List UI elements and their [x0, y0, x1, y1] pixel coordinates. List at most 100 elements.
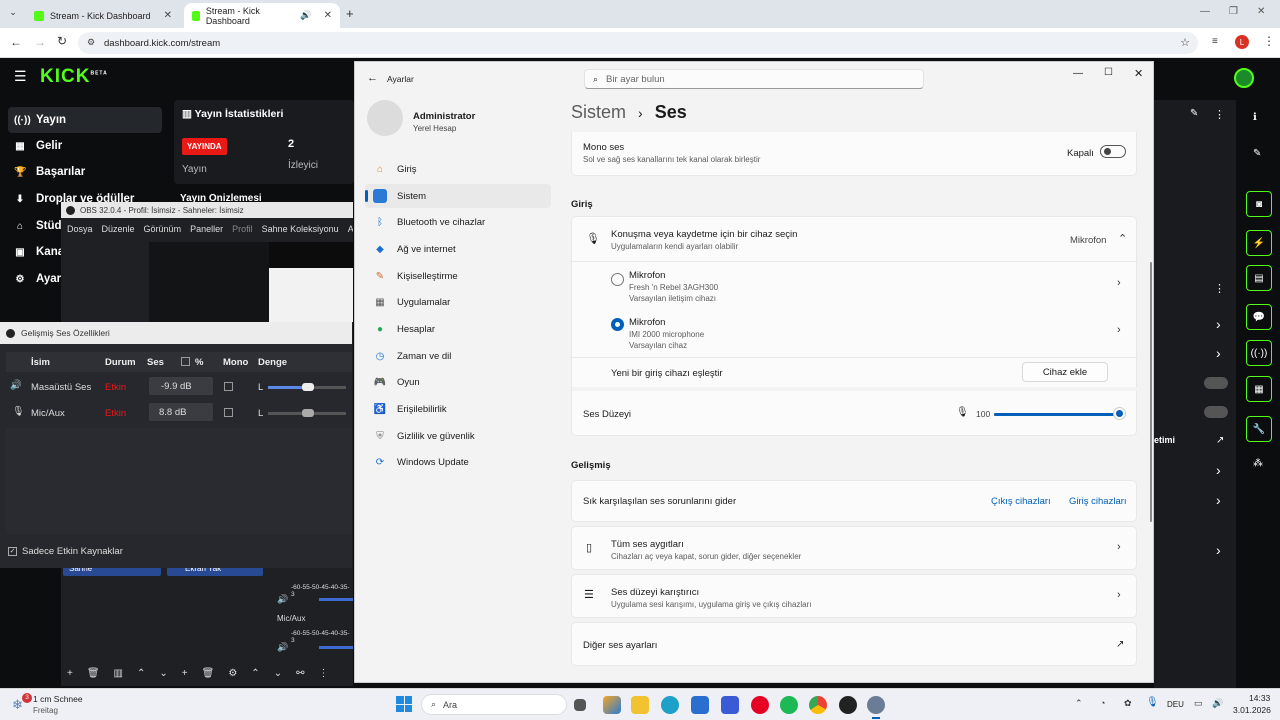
close-tab-icon[interactable]: ✕: [164, 10, 172, 21]
task-view-icon[interactable]: [574, 699, 586, 711]
external-link-icon[interactable]: ↗: [1216, 435, 1224, 446]
mono-checkbox[interactable]: [224, 382, 233, 391]
device-option-1[interactable]: Mikrofon Fresh 'n Rebel 3AGH300 Varsayıl…: [572, 263, 1138, 309]
breadcrumb-parent[interactable]: Sistem: [571, 102, 626, 123]
all-devices-card[interactable]: ▯ Tüm ses aygıtları Cihazları aç veya ka…: [571, 526, 1137, 570]
browser-menu-icon[interactable]: ⋮: [1263, 34, 1275, 48]
copilot-icon[interactable]: [603, 696, 621, 714]
nav-apps[interactable]: ▦ Uygulamalar: [365, 290, 551, 314]
volume-field[interactable]: 8.8 dB: [149, 403, 213, 421]
trash-icon[interactable]: 🗑: [202, 668, 215, 679]
filter-icon[interactable]: ▥: [114, 668, 123, 679]
chevron-right-icon[interactable]: ›: [1216, 316, 1221, 332]
clock-date[interactable]: 3.01.2026: [1233, 705, 1271, 715]
user-avatar[interactable]: [1234, 68, 1254, 88]
chevron-up-icon[interactable]: ⌃: [1118, 232, 1127, 245]
camera-scan-icon[interactable]: ◙: [1246, 191, 1272, 217]
nav-sistem[interactable]: Sistem: [365, 184, 551, 208]
reload-icon[interactable]: ↻: [57, 34, 67, 48]
chevron-right-icon[interactable]: ›: [1216, 345, 1221, 361]
more-icon[interactable]: ⋮: [1214, 108, 1225, 121]
chevron-right-icon[interactable]: ›: [1216, 462, 1221, 478]
nav-bluetooth[interactable]: ᛒ Bluetooth ve cihazlar: [365, 210, 551, 234]
nav-gaming[interactable]: 🎮 Oyun: [365, 370, 551, 394]
nav-network[interactable]: ◆ Ağ ve internet: [365, 237, 551, 261]
back-arrow-icon[interactable]: ←: [367, 72, 378, 84]
info-icon[interactable]: ℹ: [1253, 112, 1257, 123]
tray-chevron-icon[interactable]: ⌃: [1075, 698, 1083, 709]
window-close-icon[interactable]: ✕: [1257, 6, 1265, 17]
browser-tab-2[interactable]: Stream - Kick Dashboard 🔊 ✕: [184, 3, 340, 28]
nav-personalization[interactable]: ✎ Kişiselleştirme: [365, 264, 551, 288]
tray-app-icon[interactable]: ✿: [1124, 698, 1132, 709]
device-option-2[interactable]: Mikrofon IMI 2000 microphone Varsayılan …: [572, 310, 1138, 356]
sidebar-item-gelir[interactable]: ▦ Gelir: [8, 133, 162, 159]
notes-icon[interactable]: ▤: [1246, 265, 1272, 291]
output-devices-link[interactable]: Çıkış cihazları: [991, 496, 1051, 507]
lightning-icon[interactable]: ⚡: [1246, 230, 1272, 256]
obs-menu-item[interactable]: Paneller: [190, 224, 223, 234]
balance-handle[interactable]: [302, 409, 314, 417]
window-minimize-icon[interactable]: —: [1200, 6, 1210, 17]
more-sound-settings-card[interactable]: Diğer ses ayarları ↗: [571, 622, 1137, 666]
toggle-switch[interactable]: [1204, 406, 1228, 418]
back-icon[interactable]: ←: [10, 35, 22, 49]
obs-menu-item[interactable]: Düzenle: [102, 224, 135, 234]
edge-icon[interactable]: [661, 696, 679, 714]
app-icon[interactable]: [721, 696, 739, 714]
obs-menu-item[interactable]: A: [348, 224, 353, 234]
tab-list-chevron-icon[interactable]: ⌄: [6, 7, 20, 21]
minimize-icon[interactable]: —: [1073, 68, 1083, 79]
volume-mixer-card[interactable]: ☰ Ses düzeyi karıştırıcı Uygulama sesi k…: [571, 574, 1137, 618]
add-icon[interactable]: +: [182, 668, 188, 679]
new-tab-icon[interactable]: +: [346, 6, 354, 21]
add-device-button[interactable]: Cihaz ekle: [1022, 362, 1108, 382]
chevron-right-icon[interactable]: ›: [1216, 542, 1221, 558]
down-icon[interactable]: ⌄: [274, 668, 282, 679]
nav-accessibility[interactable]: ♿ Erişilebilirlik: [365, 397, 551, 421]
file-explorer-icon[interactable]: [631, 696, 649, 714]
layout-icon[interactable]: ▦: [1246, 376, 1272, 402]
input-devices-link[interactable]: Giriş cihazları: [1069, 496, 1127, 507]
kick-logo[interactable]: KICKBETA: [40, 66, 108, 88]
spotify-icon[interactable]: [780, 696, 798, 714]
up-icon[interactable]: ⌃: [137, 668, 145, 679]
edit-icon[interactable]: ✎: [1190, 108, 1198, 119]
chevron-right-icon[interactable]: ›: [1117, 277, 1121, 289]
down-icon[interactable]: ⌄: [159, 668, 167, 679]
speaker-icon[interactable]: 🔊: [277, 642, 288, 653]
toggle-switch[interactable]: [1204, 377, 1228, 389]
mono-checkbox[interactable]: [224, 408, 233, 417]
wrench-icon[interactable]: 🔧: [1246, 416, 1272, 442]
obs-menu-item[interactable]: Profil: [232, 224, 253, 234]
balance-handle[interactable]: [302, 383, 314, 391]
volume-icon[interactable]: 🔊: [1212, 698, 1223, 709]
tray-app-icon[interactable]: ◔: [1100, 698, 1105, 708]
network-icon[interactable]: ▭: [1194, 698, 1203, 709]
settings-search[interactable]: ⌕ Bir ayar bulun: [584, 69, 924, 89]
sidebar-item-basarilar[interactable]: 🏆 Başarılar: [8, 159, 162, 185]
close-icon[interactable]: ✕: [1134, 67, 1143, 80]
forward-icon[interactable]: →: [34, 35, 46, 49]
gear-icon[interactable]: ⚙: [228, 668, 237, 679]
site-info-icon[interactable]: ⚙: [87, 37, 95, 48]
hamburger-icon[interactable]: ☰: [14, 68, 27, 85]
settings-taskbar-icon[interactable]: [867, 696, 885, 714]
browser-tab-1[interactable]: Stream - Kick Dashboard ✕: [26, 3, 180, 28]
tray-microphone-icon[interactable]: 🎙: [1146, 697, 1159, 708]
pinterest-icon[interactable]: [751, 696, 769, 714]
bookmark-star-icon[interactable]: ☆: [1180, 36, 1190, 49]
more-icon[interactable]: ⋮: [318, 668, 328, 679]
start-windows-icon[interactable]: [396, 696, 412, 712]
obs-menu-item[interactable]: Sahne Koleksiyonu: [262, 224, 339, 234]
chevron-right-icon[interactable]: ›: [1117, 324, 1121, 336]
chat-icon[interactable]: 💬: [1246, 304, 1272, 330]
store-icon[interactable]: [691, 696, 709, 714]
address-bar[interactable]: ⚙ dashboard.kick.com/stream ☆: [78, 32, 1198, 54]
maximize-icon[interactable]: ☐: [1104, 67, 1113, 78]
weather-widget[interactable]: ❄ 3 1 cm Schnee Freitag: [12, 693, 132, 717]
only-active-toggle[interactable]: ✓ Sadece Etkin Kaynaklar: [8, 546, 123, 557]
sidebar-item-yayin[interactable]: ((·)) Yayın: [8, 107, 162, 133]
user-avatar[interactable]: [367, 100, 403, 136]
volume-field[interactable]: -9.9 dB: [149, 377, 213, 395]
